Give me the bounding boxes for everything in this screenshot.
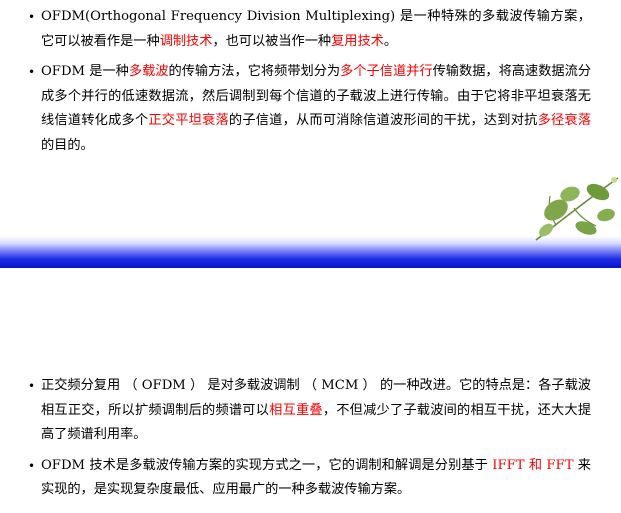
highlighted-term: 多个子信道并行 [340, 64, 433, 80]
bullet-item: 正交频分复用 （ OFDM ） 是对多载波调制 （ MCM ） 的一种改进。它的… [28, 374, 591, 448]
highlighted-term: 多径衰落 [537, 113, 592, 129]
highlighted-term: 多载波 [128, 64, 169, 80]
bullet-item: OFDM 是一种多载波的传输方法，它将频带划分为多个子信道并行传输数据，将高速数… [28, 60, 591, 158]
slide1-bullet-list: OFDM(Orthogonal Frequency Division Multi… [28, 5, 591, 165]
plant-leaves-decoration [535, 177, 619, 241]
highlighted-term: IFFT 和 FFT [492, 457, 574, 473]
bullet-text: 的传输方法，它将频带划分为 [168, 64, 341, 80]
bullet-item: OFDM 技术是多载波传输方案的实现方式之一，它的调制和解调是分别基于 IFFT… [28, 454, 591, 503]
highlighted-term: 调制技术 [159, 33, 213, 49]
bullet-text: 的子信道，从而可消除信道波形间的干扰，达到对抗 [228, 113, 538, 129]
bullet-text: ，也可以被当作一种 [212, 33, 332, 49]
highlighted-term: 正交平坦衰落 [148, 113, 229, 129]
bullet-item: OFDM(Orthogonal Frequency Division Multi… [28, 5, 591, 54]
bullet-text: OFDM 技术是多载波传输方案的实现方式之一，它的调制和解调是分别基于 [41, 457, 493, 473]
highlighted-term: 相互重叠 [269, 402, 323, 418]
bullet-text: OFDM 是一种 [41, 64, 129, 80]
bullet-text: 。 [383, 33, 398, 49]
bullet-text: 的目的。 [41, 137, 94, 153]
slide2-bullet-list: 正交频分复用 （ OFDM ） 是对多载波调制 （ MCM ） 的一种改进。它的… [28, 374, 591, 509]
highlighted-term: 复用技术 [331, 33, 384, 49]
